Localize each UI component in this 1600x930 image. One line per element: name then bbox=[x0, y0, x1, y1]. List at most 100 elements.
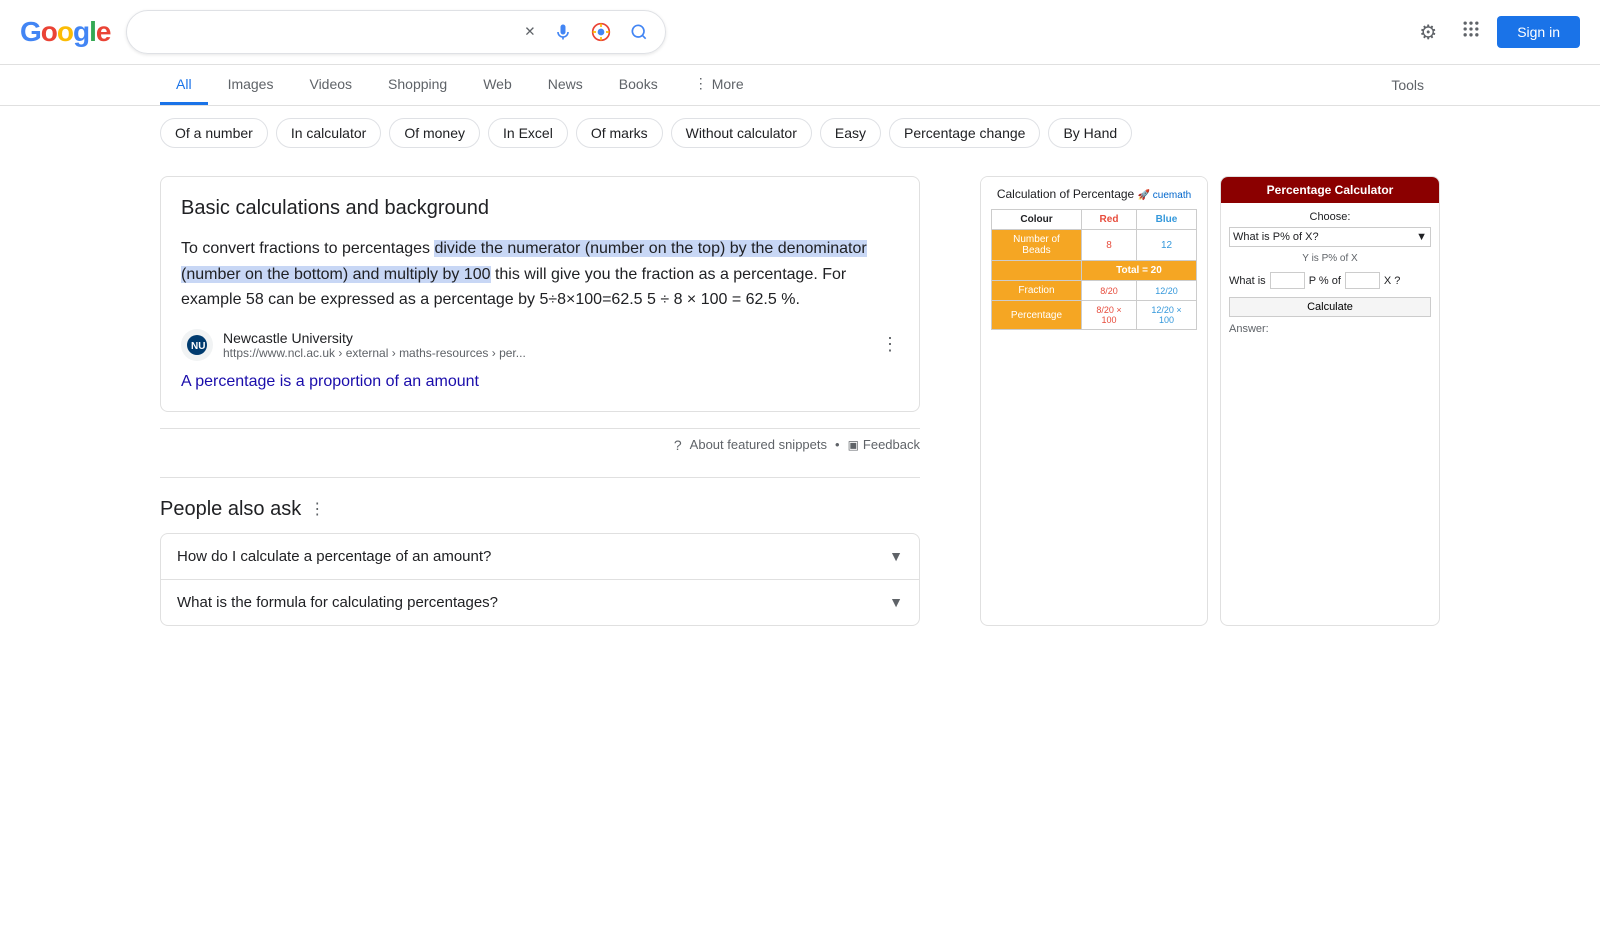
more-dots-icon: ⋮ bbox=[694, 75, 708, 92]
clear-search-button[interactable]: ✕ bbox=[520, 20, 539, 44]
cuemath-col-red: Red bbox=[1081, 210, 1136, 230]
cuemath-col-blue: Blue bbox=[1137, 210, 1197, 230]
paa-header: People also ask ⋮ bbox=[160, 498, 920, 521]
sign-in-button[interactable]: Sign in bbox=[1497, 16, 1580, 48]
snippet-link-text: A percentage is a proportion of an amoun… bbox=[181, 373, 479, 390]
tab-web[interactable]: Web bbox=[467, 66, 528, 105]
filter-chips: Of a number In calculator Of money In Ex… bbox=[0, 106, 1600, 160]
paa-question-1: How do I calculate a percentage of an am… bbox=[177, 548, 491, 565]
cuemath-content: Calculation of Percentage 🚀 cuemath Colo… bbox=[981, 177, 1207, 340]
logo-l: l bbox=[89, 16, 96, 47]
logo-o2: o bbox=[57, 16, 73, 47]
feedback-icon: ▣ bbox=[848, 438, 859, 452]
header: Google how to calculate percentage ✕ bbox=[0, 0, 1600, 65]
tab-news[interactable]: News bbox=[532, 66, 599, 105]
chevron-down-icon-1: ▼ bbox=[889, 548, 903, 564]
calculate-button[interactable]: Calculate bbox=[1229, 297, 1431, 317]
cuemath-beads-blue: 12 bbox=[1137, 230, 1197, 261]
cuemath-table: Colour Red Blue Number of Beads 8 12 Tot… bbox=[991, 209, 1197, 330]
cuemath-total: Total = 20 bbox=[1081, 261, 1196, 281]
snippet-text: To convert fractions to percentages divi… bbox=[181, 236, 899, 313]
pct-calc-p-input[interactable] bbox=[1270, 272, 1305, 289]
lens-search-button[interactable] bbox=[587, 18, 615, 46]
dropdown-arrow-icon: ▼ bbox=[1416, 231, 1427, 243]
logo-g: G bbox=[20, 16, 41, 47]
pct-calc-select-value: What is P% of X? bbox=[1233, 231, 1319, 243]
paa-item-2[interactable]: What is the formula for calculating perc… bbox=[160, 579, 920, 626]
cuemath-row-fraction-label: Fraction bbox=[992, 281, 1082, 301]
tab-books[interactable]: Books bbox=[603, 66, 674, 105]
snippet-link[interactable]: A percentage is a proportion of an amoun… bbox=[181, 373, 899, 391]
cuemath-card: Calculation of Percentage 🚀 cuemath Colo… bbox=[980, 176, 1208, 626]
paa-question-2: What is the formula for calculating perc… bbox=[177, 594, 498, 611]
cuemath-fraction-red: 8/20 bbox=[1081, 281, 1136, 301]
chip-of-money[interactable]: Of money bbox=[389, 118, 480, 148]
source-more-button[interactable]: ⋮ bbox=[881, 334, 899, 355]
logo-o1: o bbox=[41, 16, 57, 47]
source-name: Newcastle University bbox=[223, 330, 871, 346]
cuemath-total-label bbox=[992, 261, 1082, 281]
nav-tabs: All Images Videos Shopping Web News Book… bbox=[0, 65, 1600, 106]
tab-more[interactable]: ⋮ More bbox=[678, 65, 760, 105]
cuemath-beads-red: 8 bbox=[1081, 230, 1136, 261]
pct-calc-answer: Answer: bbox=[1229, 323, 1431, 335]
source-logo: NU bbox=[181, 329, 213, 361]
logo-e: e bbox=[96, 16, 111, 47]
svg-text:NU: NU bbox=[191, 341, 205, 352]
source-url: https://www.ncl.ac.uk › external › maths… bbox=[223, 346, 871, 360]
tools-button[interactable]: Tools bbox=[1375, 67, 1440, 103]
feedback-row: ? About featured snippets • ▣ Feedback bbox=[160, 428, 920, 461]
cuemath-row-beads-label: Number of Beads bbox=[992, 230, 1082, 261]
tab-all[interactable]: All bbox=[160, 66, 208, 105]
source-info: Newcastle University https://www.ncl.ac.… bbox=[223, 330, 871, 360]
cuemath-header: Calculation of Percentage 🚀 cuemath bbox=[991, 187, 1197, 201]
chip-of-marks[interactable]: Of marks bbox=[576, 118, 663, 148]
pct-calc-x-input[interactable] bbox=[1345, 272, 1380, 289]
pct-calc-select[interactable]: What is P% of X? ▼ bbox=[1229, 227, 1431, 247]
pct-calc-what-is-label: What is bbox=[1229, 275, 1266, 287]
search-input[interactable]: how to calculate percentage bbox=[139, 23, 510, 41]
google-apps-button[interactable] bbox=[1453, 11, 1489, 53]
people-also-ask: People also ask ⋮ How do I calculate a p… bbox=[160, 498, 920, 626]
pct-calc-header: Percentage Calculator bbox=[1221, 177, 1439, 203]
cuemath-row-pct-label: Percentage bbox=[992, 301, 1082, 330]
chip-in-calculator[interactable]: In calculator bbox=[276, 118, 381, 148]
tab-shopping[interactable]: Shopping bbox=[372, 66, 463, 105]
google-logo[interactable]: Google bbox=[20, 16, 110, 48]
question-icon: ? bbox=[674, 437, 682, 453]
pct-calc-x-label: X ? bbox=[1384, 275, 1401, 287]
paa-title: People also ask bbox=[160, 498, 301, 521]
cuemath-pct-red: 8/20 × 100 bbox=[1081, 301, 1136, 330]
right-column: Calculation of Percentage 🚀 cuemath Colo… bbox=[980, 176, 1440, 626]
chip-easy[interactable]: Easy bbox=[820, 118, 881, 148]
feedback-link[interactable]: ▣ Feedback bbox=[848, 437, 920, 452]
source-row: NU Newcastle University https://www.ncl.… bbox=[181, 329, 899, 361]
separator-dot: • bbox=[835, 437, 840, 452]
cuemath-pct-blue: 12/20 × 100 bbox=[1137, 301, 1197, 330]
cuemath-col-colour: Colour bbox=[992, 210, 1082, 230]
divider bbox=[160, 477, 920, 478]
chip-by-hand[interactable]: By Hand bbox=[1048, 118, 1132, 148]
paa-item-1[interactable]: How do I calculate a percentage of an am… bbox=[160, 533, 920, 579]
about-featured-snippets-link[interactable]: About featured snippets bbox=[690, 437, 827, 452]
tab-videos[interactable]: Videos bbox=[293, 66, 368, 105]
logo-g2: g bbox=[73, 16, 89, 47]
chevron-down-icon-2: ▼ bbox=[889, 594, 903, 610]
pct-calc-title: Percentage Calculator bbox=[1267, 183, 1394, 197]
pct-calc-formula: Y is P% of X bbox=[1229, 253, 1431, 264]
pct-calc-choose-label: Choose: bbox=[1229, 211, 1431, 223]
search-button[interactable] bbox=[625, 18, 653, 46]
tab-images[interactable]: Images bbox=[212, 66, 290, 105]
settings-button[interactable]: ⚙ bbox=[1411, 12, 1445, 53]
chip-in-excel[interactable]: In Excel bbox=[488, 118, 568, 148]
chip-of-a-number[interactable]: Of a number bbox=[160, 118, 268, 148]
cuemath-fraction-blue: 12/20 bbox=[1137, 281, 1197, 301]
paa-menu-button[interactable]: ⋮ bbox=[309, 499, 325, 519]
snippet-text-before: To convert fractions to percentages bbox=[181, 240, 434, 257]
chip-percentage-change[interactable]: Percentage change bbox=[889, 118, 1040, 148]
pct-calc-content: Percentage Calculator Choose: What is P%… bbox=[1221, 177, 1439, 343]
cuemath-logo: 🚀 cuemath bbox=[1138, 190, 1192, 201]
chip-without-calculator[interactable]: Without calculator bbox=[671, 118, 812, 148]
pct-calc-p-label: P % of bbox=[1309, 275, 1341, 287]
voice-search-button[interactable] bbox=[549, 18, 577, 46]
